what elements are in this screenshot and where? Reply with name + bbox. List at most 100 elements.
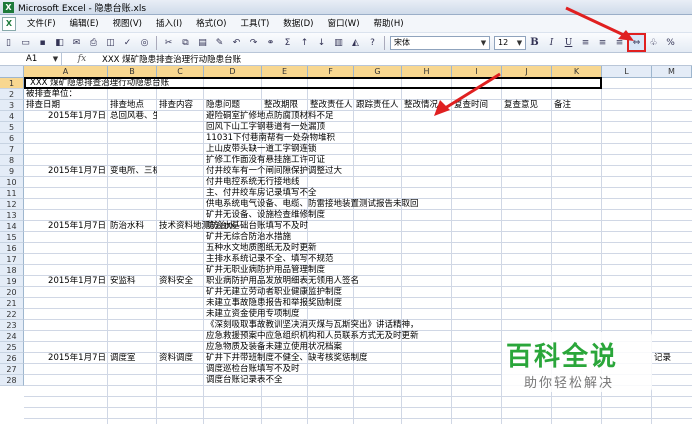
row-header-4[interactable]: 4 <box>0 111 24 122</box>
row-header-16[interactable]: 16 <box>0 243 24 254</box>
format-painter-icon[interactable]: ✎ <box>212 35 227 50</box>
italic-button[interactable]: I <box>544 35 559 50</box>
preview-icon[interactable]: ◫ <box>103 35 118 50</box>
workbook-icon[interactable]: X <box>2 16 16 31</box>
sort-descending-icon[interactable]: ↓ <box>314 35 329 50</box>
issue-cell[interactable]: 应急救援预案中应急组织机构和人员联系方式无及时更新 <box>204 331 419 342</box>
issue-cell[interactable]: 矿井无职业病防护用品管理制度 <box>204 265 325 276</box>
name-box[interactable]: A1 ▼ <box>0 53 62 65</box>
row-header-22[interactable]: 22 <box>0 309 24 320</box>
row-header-28[interactable]: 28 <box>0 375 24 386</box>
row-header-27[interactable]: 27 <box>0 364 24 375</box>
issue-cell[interactable]: 主排水系统记录不全、填写不规范 <box>204 254 334 265</box>
print-icon[interactable]: ⎙ <box>86 35 101 50</box>
content-cell[interactable]: 资料安全 <box>157 276 193 287</box>
issue-cell[interactable]: 矿井无建立劳动者职业健康监护制度 <box>204 287 342 298</box>
save-icon[interactable]: ▪ <box>35 35 50 50</box>
menu-edit[interactable]: 编辑(E) <box>63 15 106 33</box>
issue-cell[interactable]: 矿井下井带班制度不健全、缺考核奖惩制度 <box>204 353 368 364</box>
spelling-icon[interactable]: ✓ <box>120 35 135 50</box>
function-icon[interactable]: fx <box>62 54 102 64</box>
issue-cell[interactable]: 避险硐室扩修地点防腐顶材料不足 <box>204 111 334 122</box>
redo-icon[interactable]: ↷ <box>246 35 261 50</box>
issue-cell[interactable]: 扩修工作面没有悬挂施工许可证 <box>204 155 325 166</box>
row-header-6[interactable]: 6 <box>0 133 24 144</box>
issue-cell[interactable]: 回风下山工字钢巷道有一处漏顶 <box>204 122 325 133</box>
row-header-8[interactable]: 8 <box>0 155 24 166</box>
menu-window[interactable]: 窗口(W) <box>320 15 366 33</box>
issue-cell[interactable]: 职业病防护用品发放明细表无领用人签名 <box>204 276 359 287</box>
bold-button[interactable]: B <box>527 35 542 50</box>
header-cell[interactable]: 备注 <box>552 100 571 111</box>
content-cell[interactable]: 资料调度 <box>157 353 193 364</box>
issue-cell[interactable]: 《深刻吸取事故教训坚决消灭煤与瓦斯突出》讲话精神， <box>204 320 419 331</box>
issue-cell[interactable]: 五种水文地质图纸无及时更新 <box>204 243 317 254</box>
issue-cell[interactable]: 付井绞车有一个闸间隙保护调整过大 <box>204 166 342 177</box>
date-cell[interactable]: 2015年1月7日 <box>24 353 108 364</box>
date-cell[interactable]: 2015年1月7日 <box>24 166 108 177</box>
menu-format[interactable]: 格式(O) <box>189 15 233 33</box>
column-header-m[interactable]: M <box>652 66 692 78</box>
place-cell[interactable]: 变电所、三机电 <box>108 166 157 177</box>
permission-icon[interactable]: ◧ <box>52 35 67 50</box>
select-all-corner[interactable] <box>0 66 24 78</box>
place-cell[interactable]: 调度室 <box>108 353 157 364</box>
menu-view[interactable]: 视图(V) <box>106 15 149 33</box>
open-icon[interactable]: ▭ <box>18 35 33 50</box>
row-header-21[interactable]: 21 <box>0 298 24 309</box>
issue-cell[interactable]: 未建立资金使用专项制度 <box>204 309 300 320</box>
row-header-14[interactable]: 14 <box>0 221 24 232</box>
drawing-icon[interactable]: ◭ <box>348 35 363 50</box>
row-header-11[interactable]: 11 <box>0 188 24 199</box>
menu-file[interactable]: 文件(F) <box>20 15 63 33</box>
menu-tools[interactable]: 工具(T) <box>233 15 276 33</box>
font-size-select[interactable]: 12 ▼ <box>494 35 526 50</box>
header-cell[interactable]: 整改期限 <box>262 100 298 111</box>
header-cell[interactable]: 跟踪责任人 <box>354 100 399 111</box>
column-header-l[interactable]: L <box>602 66 652 78</box>
unit-label-cell[interactable]: 被排查单位： <box>24 89 77 100</box>
header-cell[interactable]: 排查内容 <box>157 100 193 111</box>
date-cell[interactable]: 2015年1月7日 <box>24 111 108 122</box>
menu-data[interactable]: 数据(D) <box>276 15 320 33</box>
row-header-23[interactable]: 23 <box>0 320 24 331</box>
issue-cell[interactable]: 调度台账记录表不全 <box>204 375 283 386</box>
copy-icon[interactable]: ⧉ <box>178 35 193 50</box>
chevron-down-icon[interactable]: ▼ <box>515 38 524 48</box>
place-cell[interactable]: 安监科 <box>108 276 157 287</box>
row-header-24[interactable]: 24 <box>0 331 24 342</box>
issue-cell[interactable]: 供电系统电气设备、电缆、防雷接地装置测试报告未取回 <box>204 199 419 210</box>
currency-icon[interactable]: ♧ <box>646 35 661 50</box>
row-header-12[interactable]: 12 <box>0 199 24 210</box>
issue-cell[interactable]: 未建立事故隐患报告和举报奖励制度 <box>204 298 342 309</box>
issue-cell[interactable]: 上山皮带头缺一道工字钢连锁 <box>204 144 317 155</box>
row-header-2[interactable]: 2 <box>0 89 24 100</box>
undo-icon[interactable]: ↶ <box>229 35 244 50</box>
row-header-20[interactable]: 20 <box>0 287 24 298</box>
issue-cell[interactable]: 矿井无设备、设施检查维修制度 <box>204 210 325 221</box>
header-cell[interactable]: 整改责任人 <box>308 100 353 111</box>
issue-cell[interactable]: 主、付井绞车房记录填写不全 <box>204 188 317 199</box>
chart-wizard-icon[interactable]: ▥ <box>331 35 346 50</box>
row-header-5[interactable]: 5 <box>0 122 24 133</box>
menu-help[interactable]: 帮助(H) <box>367 15 411 33</box>
row-header-17[interactable]: 17 <box>0 254 24 265</box>
font-name-select[interactable]: 宋体 ▼ <box>390 35 490 50</box>
help-icon[interactable]: ? <box>365 35 380 50</box>
row-header-10[interactable]: 10 <box>0 177 24 188</box>
issue-cell[interactable]: 应急物质及装备未建立使用状况档案 <box>204 342 342 353</box>
menu-insert[interactable]: 插入(I) <box>149 15 189 33</box>
row-header-18[interactable]: 18 <box>0 265 24 276</box>
research-icon[interactable]: ◎ <box>137 35 152 50</box>
issue-cell[interactable]: 付井电控系统无行接地线 <box>204 177 300 188</box>
chevron-down-icon[interactable]: ▼ <box>479 38 488 48</box>
issue-cell[interactable]: 矿井无综合防治水措施 <box>204 232 291 243</box>
cut-icon[interactable]: ✂ <box>161 35 176 50</box>
place-cell[interactable]: 总回风巷、生产 <box>108 111 157 122</box>
row-header-13[interactable]: 13 <box>0 210 24 221</box>
hyperlink-icon[interactable]: ⚭ <box>263 35 278 50</box>
row-header-9[interactable]: 9 <box>0 166 24 177</box>
issue-cell[interactable]: 调度巡检台账填写不及时 <box>204 364 300 375</box>
row-header-15[interactable]: 15 <box>0 232 24 243</box>
header-cell[interactable]: 隐患问题 <box>204 100 240 111</box>
